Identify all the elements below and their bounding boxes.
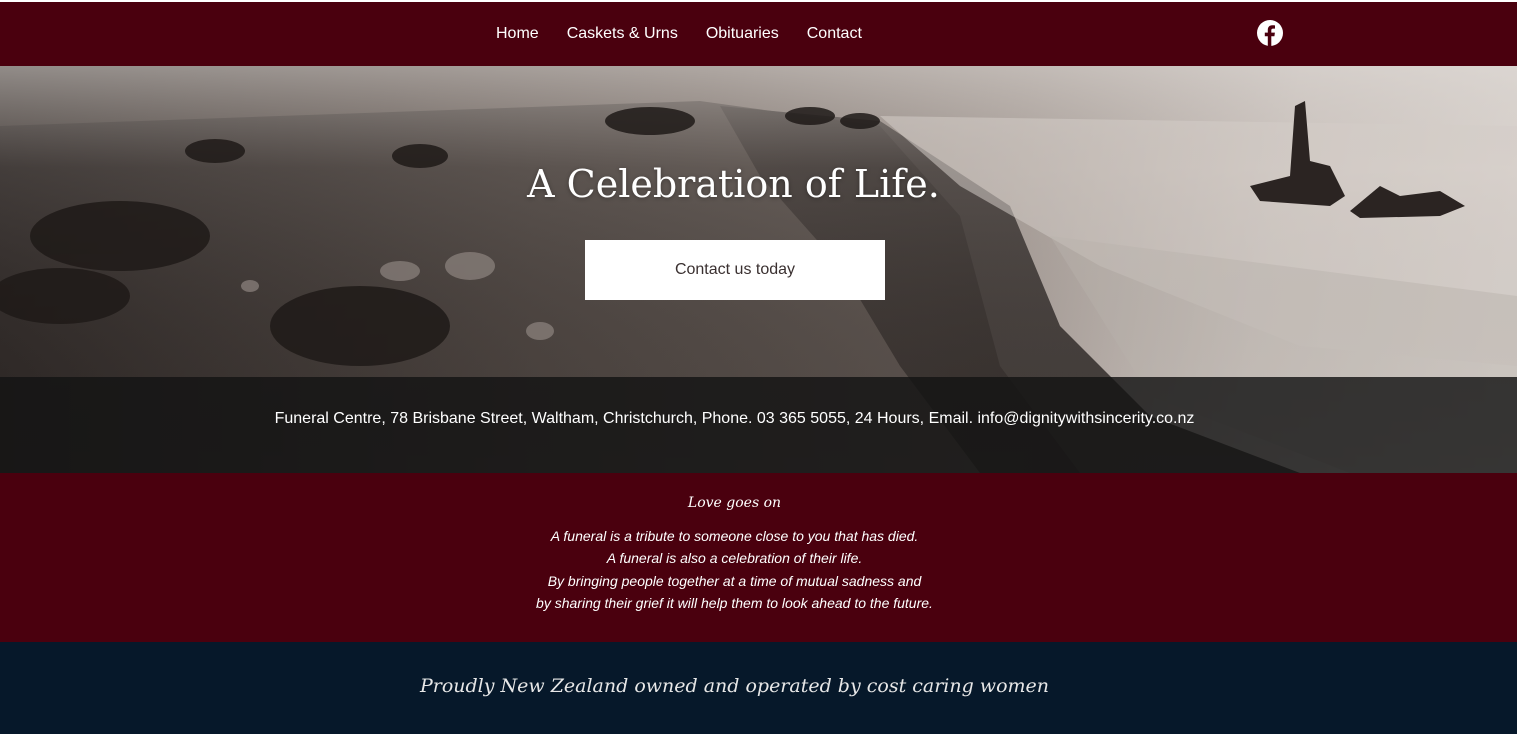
quote-line: A funeral is also a celebration of their… xyxy=(606,550,863,567)
contact-info-text: Funeral Centre, 78 Brisbane Street, Walt… xyxy=(274,410,1195,427)
main-nav: Home Caskets & Urns Obituaries Contact xyxy=(482,2,876,66)
quote-line: By bringing people together at a time of… xyxy=(547,572,922,589)
quote-title: Love goes on xyxy=(687,495,782,511)
facebook-icon[interactable] xyxy=(1257,20,1283,46)
hero-title: A Celebration of Life. xyxy=(527,162,940,206)
nav-item-home[interactable]: Home xyxy=(482,2,553,66)
quote-lines: A funeral is a tribute to someone close … xyxy=(0,525,1469,614)
top-navbar: Home Caskets & Urns Obituaries Contact xyxy=(0,2,1517,66)
nav-item-contact[interactable]: Contact xyxy=(793,2,876,66)
nav-item-caskets-urns[interactable]: Caskets & Urns xyxy=(553,2,692,66)
quote-section: Love goes on A funeral is a tribute to s… xyxy=(0,473,1517,642)
hero-section: A Celebration of Life. Contact us today … xyxy=(0,66,1517,473)
footer-tagline: Proudly New Zealand owned and operated b… xyxy=(419,675,1050,697)
nav-item-obituaries[interactable]: Obituaries xyxy=(692,2,793,66)
quote-line: by sharing their grief it will help them… xyxy=(536,594,933,611)
contact-us-button[interactable]: Contact us today xyxy=(585,240,885,300)
contact-info-bar: Funeral Centre, 78 Brisbane Street, Walt… xyxy=(0,377,1517,473)
quote-line: A funeral is a tribute to someone close … xyxy=(550,528,919,544)
footer-banner: Proudly New Zealand owned and operated b… xyxy=(0,642,1517,734)
